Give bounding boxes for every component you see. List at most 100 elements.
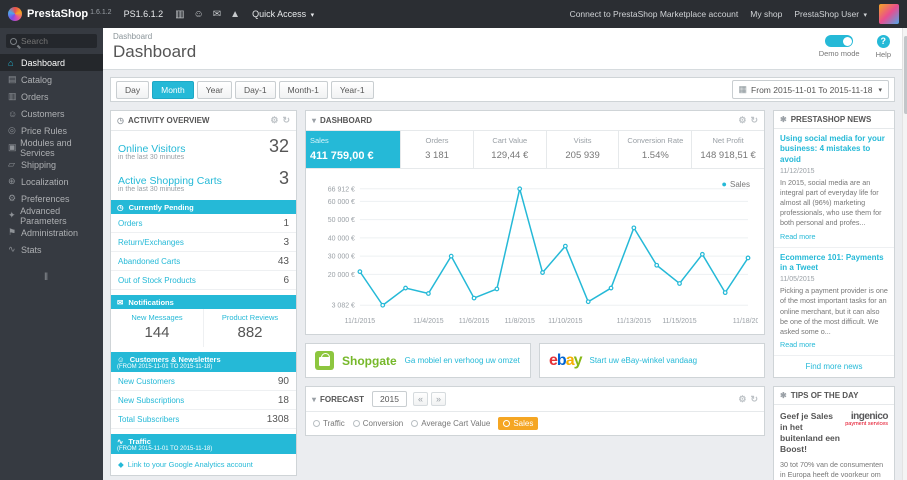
pending-returns-link[interactable]: Return/Exchanges bbox=[118, 238, 184, 247]
sidebar-item-dashboard[interactable]: ⌂ Dashboard bbox=[0, 54, 103, 71]
scrollbar-thumb[interactable] bbox=[903, 36, 907, 114]
news-item-body: Picking a payment provider is one of the… bbox=[780, 286, 888, 336]
read-more-link[interactable]: Read more bbox=[780, 232, 888, 241]
sidebar-item-label: Preferences bbox=[21, 193, 70, 204]
forecast-legend-sales[interactable]: Sales bbox=[498, 417, 539, 430]
out-of-stock-link[interactable]: Out of Stock Products bbox=[118, 276, 196, 285]
sidebar-item-shipping[interactable]: ▱ Shipping bbox=[0, 156, 103, 173]
ebay-ad[interactable]: ebay Start uw eBay-winkel vandaag bbox=[539, 343, 765, 378]
breadcrumb[interactable]: Dashboard bbox=[113, 32, 897, 41]
refresh-icon[interactable]: ↻ bbox=[282, 115, 290, 126]
user-menu[interactable]: PrestaShop User ▾ bbox=[794, 9, 867, 19]
ebay-ad-link[interactable]: Start uw eBay-winkel vandaag bbox=[590, 356, 698, 365]
demo-mode-label: Demo mode bbox=[818, 49, 860, 58]
svg-text:60 000 €: 60 000 € bbox=[328, 199, 355, 206]
filter-day1-button[interactable]: Day-1 bbox=[234, 80, 276, 99]
dashboard-panel-header: ▾ DASHBOARD ⚙ ↻ bbox=[306, 111, 764, 131]
google-analytics-link[interactable]: ◆ Link to your Google Analytics account bbox=[111, 454, 296, 475]
kpi-label: Conversion Rate bbox=[627, 136, 684, 145]
my-shop-link[interactable]: My shop bbox=[750, 9, 782, 19]
clock-icon: ◷ bbox=[117, 202, 124, 212]
product-reviews-cell[interactable]: Product Reviews 882 bbox=[203, 309, 296, 347]
news-item-title[interactable]: Ecommerce 101: Payments in a Tweet bbox=[780, 253, 888, 274]
sidebar-item-orders[interactable]: ▥ Orders bbox=[0, 88, 103, 105]
help-icon[interactable]: ? bbox=[876, 35, 890, 48]
filter-year1-button[interactable]: Year-1 bbox=[330, 80, 374, 99]
kpi-value: 129,44 € bbox=[491, 150, 529, 161]
avatar[interactable] bbox=[879, 4, 899, 24]
forecast-panel: ▾ FORECAST 2015 « » ⚙ ↻ Traffic Conversi… bbox=[305, 386, 765, 436]
shopgate-ad[interactable]: Shopgate Ga mobiel en verhoog uw omzet bbox=[305, 343, 531, 378]
demo-mode-toggle[interactable] bbox=[825, 35, 854, 47]
kpi-visits[interactable]: Visits 205 939 bbox=[547, 131, 620, 168]
pending-orders-link[interactable]: Orders bbox=[118, 219, 142, 228]
preferences-icon: ⚙ bbox=[8, 193, 17, 203]
sidebar-item-label: Dashboard bbox=[21, 57, 66, 68]
filter-day-button[interactable]: Day bbox=[116, 80, 150, 99]
gear-icon[interactable]: ⚙ bbox=[270, 115, 278, 126]
forecast-legend-traffic[interactable]: Traffic bbox=[313, 419, 345, 428]
sidebar-item-localization[interactable]: ⊕ Localization bbox=[0, 173, 103, 190]
product-reviews-value: 882 bbox=[237, 324, 263, 341]
sidebar-item-advanced-parameters[interactable]: ✦ Advanced Parameters bbox=[0, 206, 103, 226]
sidebar-item-stats[interactable]: ∿ Stats bbox=[0, 241, 103, 258]
filter-year-button[interactable]: Year bbox=[196, 80, 232, 99]
prestashop-logo-icon bbox=[8, 7, 22, 21]
filter-month-button[interactable]: Month bbox=[152, 80, 194, 99]
marketplace-connect-link[interactable]: Connect to PrestaShop Marketplace accoun… bbox=[570, 9, 739, 19]
gear-icon[interactable]: ⚙ bbox=[738, 115, 746, 126]
sidebar-item-catalog[interactable]: ▤ Catalog bbox=[0, 71, 103, 88]
news-item-title[interactable]: Using social media for your business: 4 … bbox=[780, 134, 888, 165]
sidebar-item-modules-and-services[interactable]: ▣ Modules and Services bbox=[0, 138, 103, 158]
filter-month1-button[interactable]: Month-1 bbox=[278, 80, 328, 99]
rocket-icon[interactable]: ▲ bbox=[230, 9, 240, 20]
new-customers-link[interactable]: New Customers bbox=[118, 377, 175, 386]
window-scrollbar[interactable] bbox=[902, 28, 907, 480]
search-input[interactable] bbox=[21, 36, 91, 46]
sidebar: ⌂ Dashboard ▤ Catalog ▥ Orders ☺ Custome… bbox=[0, 28, 103, 480]
prestashop-news-panel: ✱ PRESTASHOP NEWS Using social media for… bbox=[773, 110, 895, 378]
sidebar-item-price-rules[interactable]: ◎ Price Rules bbox=[0, 122, 103, 139]
gear-icon[interactable]: ⚙ bbox=[738, 394, 746, 405]
refresh-icon[interactable]: ↻ bbox=[750, 115, 758, 126]
find-more-news-link[interactable]: Find more news bbox=[774, 356, 894, 377]
new-subscriptions-link[interactable]: New Subscriptions bbox=[118, 396, 184, 405]
pending-row: Orders 1 bbox=[111, 214, 296, 233]
read-more-link[interactable]: Read more bbox=[780, 340, 888, 349]
pending-orders-value: 1 bbox=[283, 217, 289, 229]
kpi-conversion-rate[interactable]: Conversion Rate 1.54% bbox=[619, 131, 693, 168]
kpi-net-profit[interactable]: Net Profit 148 918,51 € bbox=[692, 131, 764, 168]
kpi-orders[interactable]: Orders 3 181 bbox=[401, 131, 474, 168]
new-messages-cell[interactable]: New Messages 144 bbox=[111, 309, 203, 347]
date-range-picker[interactable]: ▦ From 2015-11-01 To 2015-11-18 ▾ bbox=[731, 80, 889, 99]
mail-icon[interactable]: ✉ bbox=[213, 9, 221, 20]
cart-icon[interactable]: ▥ bbox=[175, 9, 184, 20]
forecast-legend: Traffic Conversion Average Cart Value Sa… bbox=[306, 412, 764, 435]
bell-icon: ✉ bbox=[117, 297, 124, 307]
prev-year-button[interactable]: « bbox=[412, 392, 428, 406]
kpi-sales[interactable]: Sales 411 759,00 € bbox=[306, 131, 402, 168]
sidebar-item-administration[interactable]: ⚑ Administration bbox=[0, 224, 103, 241]
shop-name[interactable]: PS1.6.1.2 bbox=[124, 9, 164, 19]
total-subscribers-link[interactable]: Total Subscribers bbox=[118, 415, 179, 424]
sidebar-search bbox=[6, 34, 97, 48]
ingenico-logo: ingenico payment services bbox=[845, 411, 888, 455]
shopgate-ad-link[interactable]: Ga mobiel en verhoog uw omzet bbox=[405, 356, 520, 365]
person-icon[interactable]: ☺ bbox=[194, 9, 204, 20]
forecast-year-select[interactable]: 2015 bbox=[372, 391, 407, 407]
forecast-panel-title: FORECAST bbox=[320, 394, 365, 404]
refresh-icon[interactable]: ↻ bbox=[750, 394, 758, 405]
sidebar-item-label: Orders bbox=[21, 91, 49, 102]
forecast-legend-conversion[interactable]: Conversion bbox=[352, 419, 403, 428]
sidebar-collapse-icon[interactable]: ‖ bbox=[44, 272, 103, 283]
user-icon: ☺ bbox=[117, 354, 125, 364]
quick-access-menu[interactable]: Quick Access ▾ bbox=[252, 9, 314, 19]
forecast-legend-average-cart-value[interactable]: Average Cart Value bbox=[411, 419, 490, 428]
sidebar-item-preferences[interactable]: ⚙ Preferences bbox=[0, 190, 103, 207]
next-year-button[interactable]: » bbox=[430, 392, 446, 406]
sidebar-item-customers[interactable]: ☺ Customers bbox=[0, 105, 103, 122]
kpi-cart-value[interactable]: Cart Value 129,44 € bbox=[474, 131, 547, 168]
abandoned-carts-link[interactable]: Abandoned Carts bbox=[118, 257, 180, 266]
svg-text:11/13/2015: 11/13/2015 bbox=[617, 318, 651, 325]
date-range-label: From 2015-11-01 To 2015-11-18 bbox=[751, 84, 873, 95]
